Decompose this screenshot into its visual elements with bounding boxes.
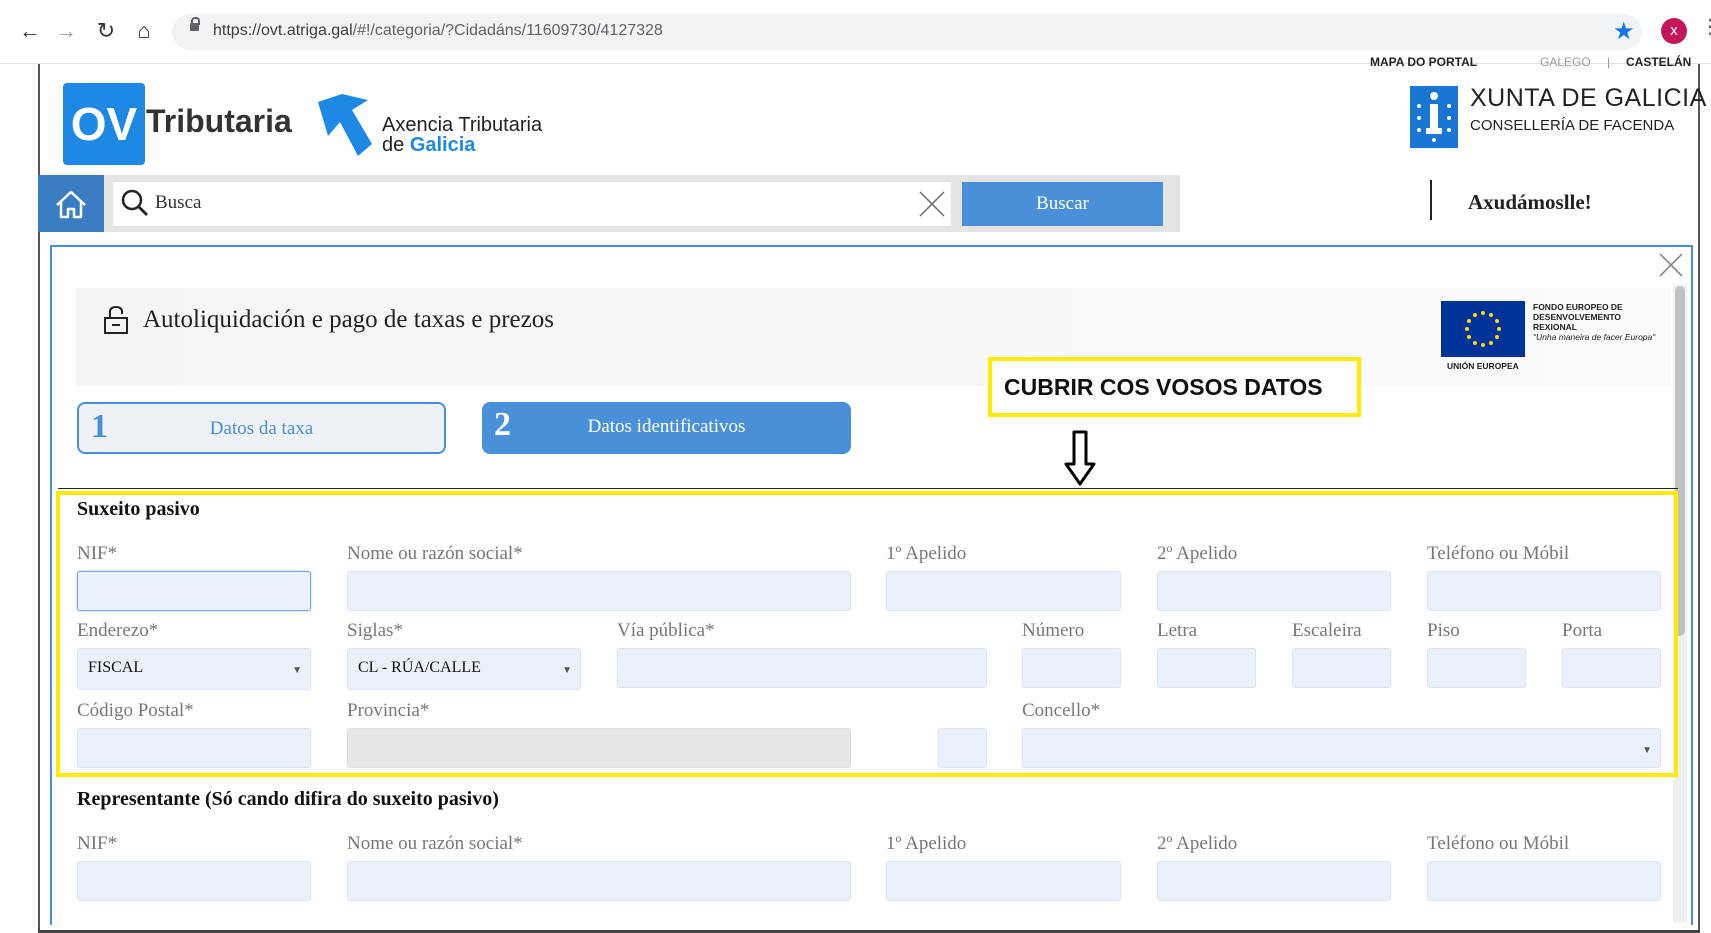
address-select[interactable]: FISCAL ▼: [77, 648, 311, 690]
name-label: Nome ou razón social*: [347, 543, 523, 564]
surname1-label: 1º Apelido: [886, 543, 967, 564]
search-icon: [121, 189, 148, 216]
letter-input[interactable]: [1157, 648, 1256, 688]
galician-link[interactable]: GALEGO: [1540, 55, 1591, 69]
acronym-label: Siglas*: [347, 620, 403, 641]
xunta-subtitle: CONSELLERÍA DE FACENDA: [1470, 117, 1675, 134]
caret-down-icon: ▼: [562, 665, 572, 676]
page-title: Autoliquidación e pago de taxas e prezos: [143, 306, 554, 333]
down-arrow-icon: [1064, 430, 1096, 486]
floor-input[interactable]: [1427, 648, 1526, 688]
portal-map-link[interactable]: MAPA DO PORTAL: [1370, 55, 1477, 69]
modal-title-bar: [76, 288, 1671, 386]
xunta-shield-icon: [1410, 86, 1458, 148]
agency-name: Axencia Tributaria de Galicia: [382, 114, 543, 156]
representative-heading: Representante (Só cando difira do suxeit…: [77, 788, 499, 810]
home-icon: [56, 190, 86, 219]
street-input[interactable]: [617, 648, 987, 688]
caret-down-icon: ▼: [1642, 745, 1652, 756]
ov-tributaria-title: Tributaria: [146, 103, 292, 139]
taxpayer-heading: Suxeito pasivo: [77, 498, 200, 520]
search-input[interactable]: [113, 182, 951, 226]
step-label: Datos da taxa: [209, 418, 314, 439]
secure-lock-icon: [190, 17, 200, 31]
language-separator: |: [1607, 55, 1611, 69]
help-link[interactable]: Axudámoslle!: [1468, 190, 1592, 215]
ov-logo[interactable]: OV: [63, 83, 145, 165]
rep-name-label: Nome ou razón social*: [347, 833, 523, 854]
postal-label: Código Postal*: [77, 700, 194, 721]
step-label: Datos identificativos: [587, 416, 746, 437]
eu-caption: UNIÓN EUROPEA: [1447, 361, 1519, 371]
postal-input[interactable]: [77, 728, 311, 768]
phone-label: Teléfono ou Móbil: [1427, 543, 1570, 564]
council-label: Concello*: [1022, 700, 1101, 721]
bookmark-star-icon[interactable]: ★: [1613, 17, 1635, 46]
step-1-datos-taxa[interactable]: 1 Datos da taxa: [77, 402, 446, 454]
floor-label: Piso: [1427, 620, 1460, 641]
number-input[interactable]: [1022, 648, 1121, 688]
forward-arrow-icon[interactable]: →: [52, 18, 80, 44]
home-browser-icon[interactable]: ⌂: [130, 18, 158, 44]
stair-label: Escaleira: [1292, 620, 1362, 641]
modal-close-icon[interactable]: [1659, 253, 1683, 277]
stair-input[interactable]: [1292, 648, 1391, 688]
rep-surname2-label: 2º Apelido: [1157, 833, 1238, 854]
help-divider: [1430, 180, 1432, 220]
profile-avatar[interactable]: x: [1661, 18, 1687, 44]
province-input: [347, 728, 851, 768]
browser-menu-icon[interactable]: ⋮: [1700, 14, 1711, 39]
home-button[interactable]: [38, 175, 104, 232]
council-select[interactable]: ▼: [1022, 728, 1661, 768]
street-label: Vía pública*: [617, 620, 715, 641]
surname2-input[interactable]: [1157, 571, 1391, 611]
section-divider: [58, 488, 1678, 489]
rep-phone-label: Teléfono ou Móbil: [1427, 833, 1570, 854]
number-label: Número: [1022, 620, 1085, 641]
acronym-select-value: CL - RÚA/CALLE: [358, 659, 481, 676]
acronym-select[interactable]: CL - RÚA/CALLE ▼: [347, 648, 581, 690]
province-code-input[interactable]: [938, 728, 987, 768]
unlock-icon: [104, 305, 128, 334]
eu-flag-icon: [1441, 301, 1525, 357]
back-arrow-icon[interactable]: ←: [16, 18, 44, 44]
nif-label: NIF*: [77, 543, 118, 564]
caret-down-icon: ▼: [292, 665, 302, 676]
rep-nif-label: NIF*: [77, 833, 118, 854]
door-input[interactable]: [1562, 648, 1661, 688]
rep-name-input[interactable]: [347, 861, 851, 901]
surname2-label: 2º Apelido: [1157, 543, 1238, 564]
agency-arrow-icon: [318, 94, 372, 156]
reload-icon[interactable]: ↻: [92, 18, 120, 44]
search-button[interactable]: Buscar: [962, 182, 1163, 226]
letter-label: Letra: [1157, 620, 1198, 641]
phone-input[interactable]: [1427, 571, 1661, 611]
xunta-title: XUNTA DE GALICIA: [1470, 84, 1707, 112]
annotation-callout: CUBRIR COS VOSOS DATOS: [988, 357, 1361, 417]
step-2-datos-identificativos[interactable]: 2 Datos identificativos: [482, 402, 851, 454]
search-placeholder: Busca: [155, 192, 202, 213]
rep-nif-input[interactable]: [77, 861, 311, 901]
rep-surname2-input[interactable]: [1157, 861, 1391, 901]
spanish-link[interactable]: CASTELÁN: [1626, 55, 1691, 69]
address-label: Enderezo*: [77, 620, 159, 641]
name-input[interactable]: [347, 571, 851, 611]
rep-phone-input[interactable]: [1427, 861, 1661, 901]
clear-search-icon[interactable]: [918, 190, 946, 218]
door-label: Porta: [1562, 620, 1603, 641]
address-select-value: FISCAL: [88, 659, 144, 676]
nif-input[interactable]: [77, 571, 311, 611]
eu-fund-text: FONDO EUROPEO DE DESENVOLVEMENTO REXIONA…: [1533, 302, 1656, 342]
rep-surname1-label: 1º Apelido: [886, 833, 967, 854]
rep-surname1-input[interactable]: [886, 861, 1121, 901]
surname1-input[interactable]: [886, 571, 1121, 611]
province-label: Provincia*: [347, 700, 430, 721]
url-text[interactable]: https://ovt.atriga.gal/#!/categoria/?Cid…: [213, 22, 663, 40]
